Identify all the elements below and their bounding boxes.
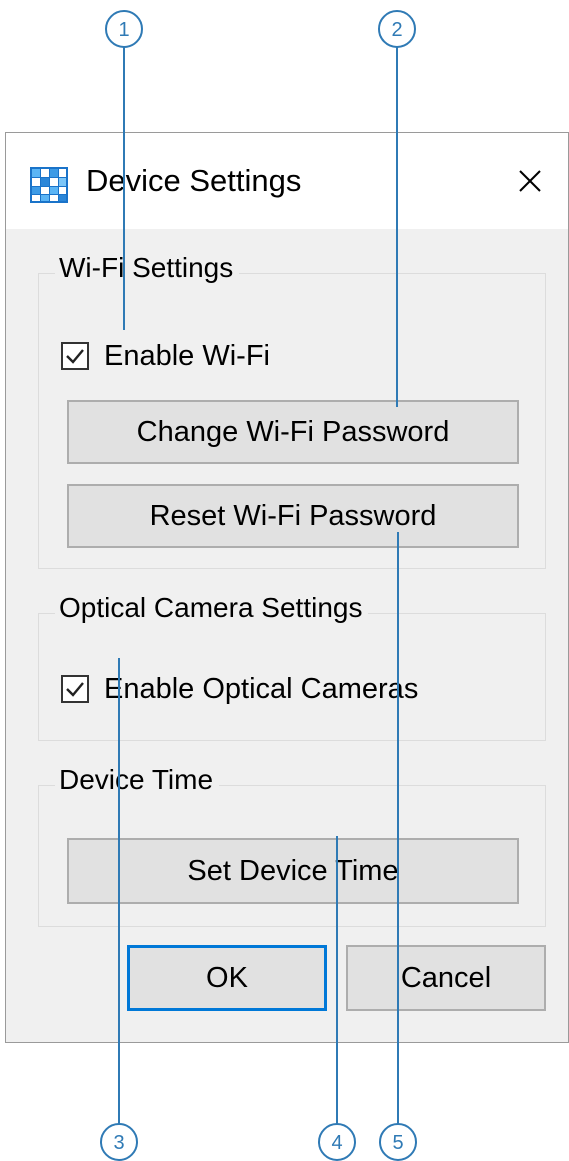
optical-camera-settings-group: Optical Camera Settings Enable Optical C… — [38, 592, 546, 741]
device-time-group: Device Time Set Device Time — [38, 764, 546, 927]
checkmark-icon — [66, 349, 84, 364]
set-device-time-button[interactable]: Set Device Time — [67, 838, 519, 904]
callout-2-number: 2 — [391, 19, 402, 41]
device-time-label: Device Time — [55, 764, 220, 796]
enable-wifi-checkbox[interactable]: Enable Wi-Fi — [61, 338, 270, 374]
callout-3-number: 3 — [113, 1132, 124, 1154]
window-title: Device Settings — [86, 163, 302, 198]
wifi-group-label: Wi-Fi Settings — [55, 252, 240, 284]
close-icon[interactable] — [510, 161, 550, 201]
callout-2-circle — [378, 10, 416, 48]
callout-4-circle — [318, 1123, 356, 1161]
change-wifi-password-button[interactable]: Change Wi-Fi Password — [67, 400, 519, 464]
enable-wifi-label: Enable Wi-Fi — [104, 339, 270, 372]
wifi-settings-group: Wi-Fi Settings Enable Wi-Fi Change Wi-Fi… — [38, 252, 546, 569]
title-bar[interactable]: Device Settings — [6, 133, 568, 229]
enable-optical-cameras-checkbox[interactable]: Enable Optical Cameras — [61, 671, 418, 707]
device-settings-dialog: Device Settings Wi-Fi Settings Enable Wi… — [5, 132, 569, 1043]
ok-button[interactable]: OK — [127, 945, 327, 1011]
enable-wifi-checkbox-box[interactable] — [61, 342, 89, 370]
callout-5-circle — [379, 1123, 417, 1161]
reset-wifi-password-button[interactable]: Reset Wi-Fi Password — [67, 484, 519, 548]
camera-group-label: Optical Camera Settings — [55, 592, 369, 624]
callout-4-number: 4 — [331, 1132, 342, 1154]
callout-5-number: 5 — [392, 1132, 403, 1154]
callout-1-number: 1 — [118, 19, 129, 41]
checkmark-icon — [66, 682, 84, 697]
cancel-button[interactable]: Cancel — [346, 945, 546, 1011]
grid-app-icon — [30, 167, 68, 203]
enable-cameras-checkbox-box[interactable] — [61, 675, 89, 703]
enable-optical-cameras-label: Enable Optical Cameras — [104, 672, 419, 705]
callout-1-circle — [105, 10, 143, 48]
callout-3-circle — [100, 1123, 138, 1161]
